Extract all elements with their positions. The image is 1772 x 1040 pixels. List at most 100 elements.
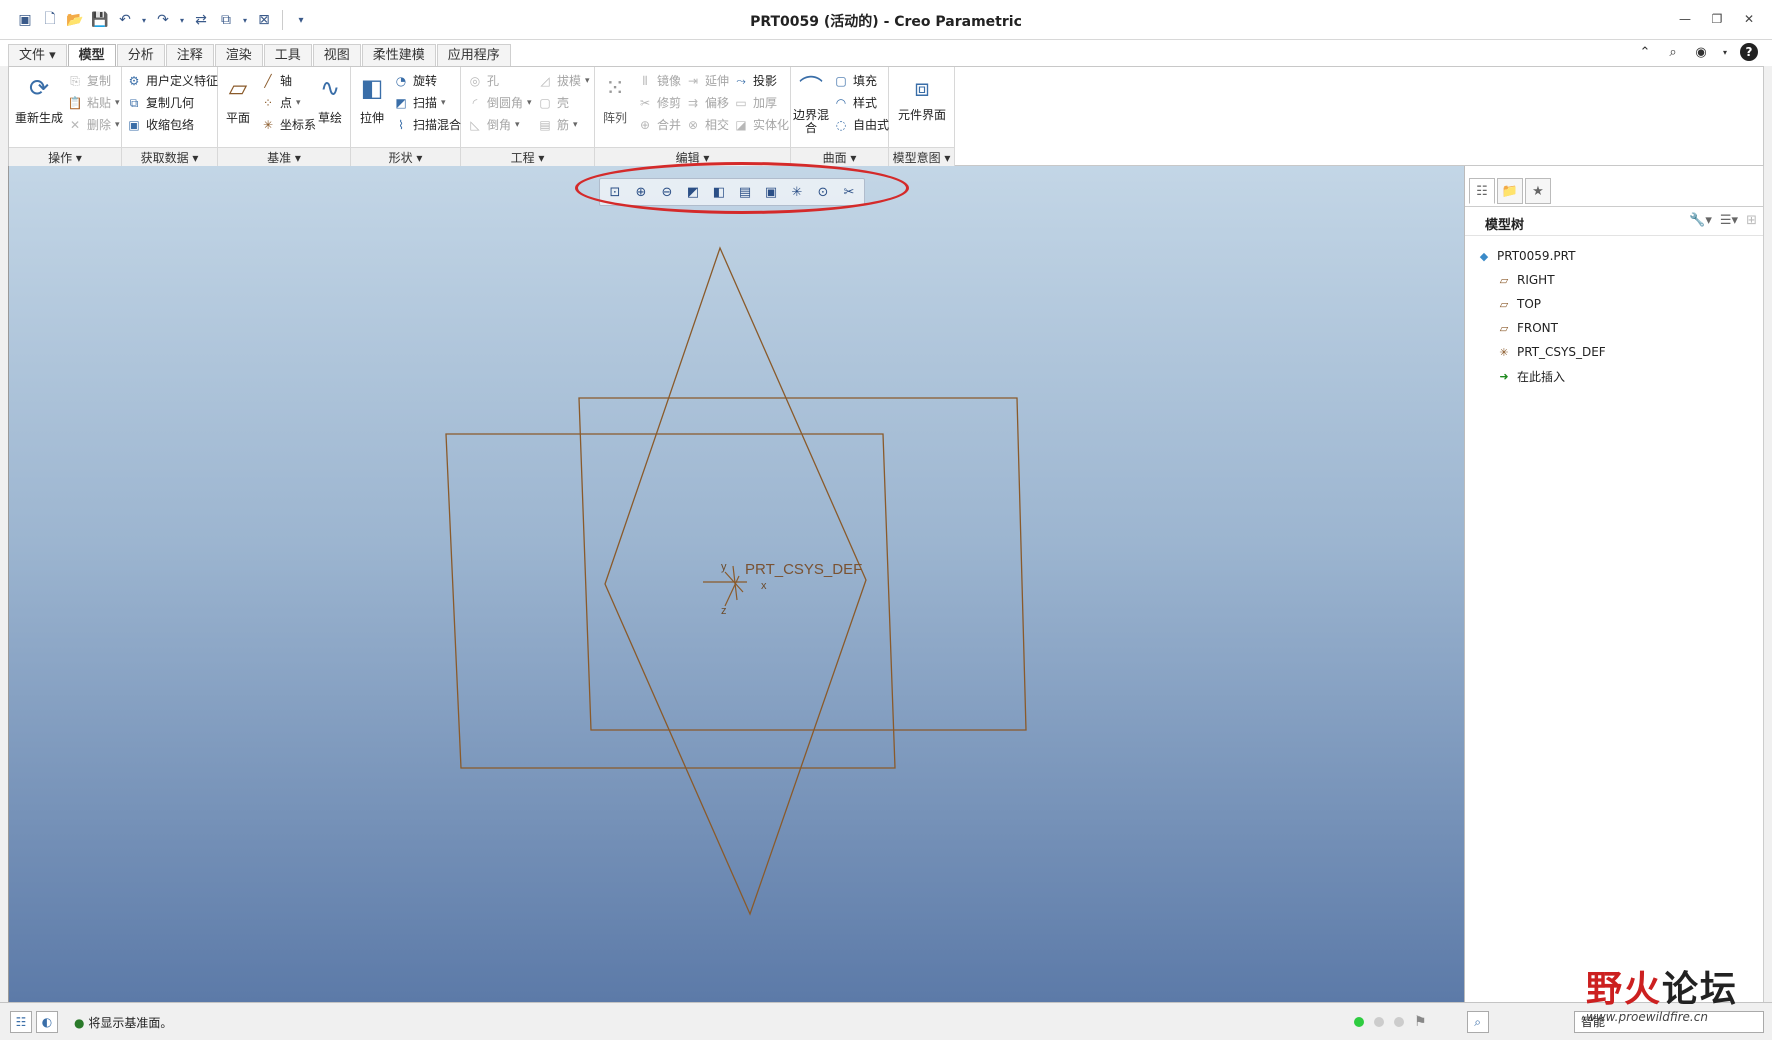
trim-button[interactable]: ✂ 修剪 (637, 93, 681, 113)
csys-button[interactable]: ✳ 坐标系 (260, 115, 316, 135)
solidify-button[interactable]: ◪ 实体化 (733, 115, 789, 135)
minimize-icon[interactable]: — (1676, 10, 1694, 28)
tab-view[interactable]: 视图 (312, 44, 361, 66)
revolve-button[interactable]: ◔ 旋转 (393, 71, 437, 91)
group-footer-engineering[interactable]: 工程 ▾ (461, 147, 594, 167)
intersect-button[interactable]: ⊗ 相交 (685, 115, 729, 135)
point-button[interactable]: ⁘ 点 ▾ (260, 93, 301, 113)
freestyle-button[interactable]: ◌ 自由式 (833, 115, 889, 135)
datum-plane-right[interactable] (604, 246, 867, 916)
pattern-button[interactable]: ⁙ 阵列 (595, 71, 635, 126)
group-datum: ▱ 平面 ╱ 轴 ⁘ 点 ▾ ✳ 坐标系 ∿ 草绘 基准 ▾ (218, 67, 351, 167)
model-tree-header: 模型树 🔧▾ ☰▾ ⊞ (1465, 206, 1763, 236)
shrinkwrap-button[interactable]: ▣ 收缩包络 (126, 115, 194, 135)
swept-blend-button[interactable]: ⌇ 扫描混合 (393, 115, 461, 135)
regenerate-icon: ⟳ (28, 74, 50, 102)
style-button[interactable]: ◠ 样式 (833, 93, 877, 113)
title-bar: ▣ 🗋 📂 💾 ↶ ▾ ↷ ▾ ⇄ ⧉ ▾ ⊠ ▾ PRT0059 (活动的) … (0, 0, 1772, 40)
status-message: ● 将显示基准面。 (74, 1016, 173, 1030)
toggle-navigator-icon[interactable]: ☷ (10, 1011, 32, 1033)
search-icon[interactable]: ⌕ (1664, 43, 1682, 61)
fill-button[interactable]: ▢ 填充 (833, 71, 877, 91)
offset-button[interactable]: ⇉ 偏移 (685, 93, 729, 113)
chamfer-button[interactable]: ◺ 倒角 ▾ (467, 115, 519, 135)
folder-browser-tab-icon[interactable]: 📁 (1497, 178, 1523, 204)
tree-item-csys[interactable]: ✳ PRT_CSYS_DEF (1477, 340, 1605, 364)
tree-item-front[interactable]: ▱ FRONT (1477, 316, 1606, 340)
project-button[interactable]: ⤳ 投影 (733, 71, 777, 91)
rib-button[interactable]: ▤ 筋 ▾ (537, 115, 577, 135)
show-icon[interactable]: ☰▾ (1720, 213, 1738, 228)
community-icon[interactable]: ◉ (1692, 43, 1710, 61)
delete-button[interactable]: ✕ 删除 ▾ (67, 115, 120, 135)
style-icon: ◠ (835, 96, 847, 110)
tree-item-part[interactable]: ◆ PRT0059.PRT (1477, 244, 1606, 268)
regen-status-dot-icon (1394, 1017, 1404, 1027)
regenerate-button[interactable]: ⟳ 重新生成 (11, 71, 67, 126)
tab-analysis[interactable]: 分析 (116, 44, 165, 66)
thicken-button[interactable]: ▭ 加厚 (733, 93, 777, 113)
close-icon[interactable]: ✕ (1740, 10, 1758, 28)
tab-applications[interactable]: 应用程序 (436, 44, 511, 66)
copy-button[interactable]: ⎘ 复制 (67, 71, 111, 91)
toggle-browser-icon[interactable]: ◐ (36, 1011, 58, 1033)
dropdown-arrow-icon: ▾ (296, 98, 301, 108)
sweep-button[interactable]: ◩ 扫描 ▾ (393, 93, 445, 113)
sketch-button[interactable]: ∿ 草绘 (310, 71, 350, 126)
model-tree-tab-icon[interactable]: ☷ (1469, 178, 1495, 204)
tab-file[interactable]: 文件 ▾ (8, 44, 67, 66)
shell-button[interactable]: ▢ 壳 (537, 93, 569, 113)
group-footer-datum[interactable]: 基准 ▾ (218, 147, 350, 167)
datum-plane-front[interactable] (445, 433, 896, 769)
find-icon[interactable]: ⌕ (1466, 1011, 1489, 1033)
extend-button[interactable]: ⇥ 延伸 (685, 71, 729, 91)
tab-model[interactable]: 模型 (67, 44, 116, 67)
filter-icon[interactable]: ⊞ (1746, 213, 1757, 228)
component-interface-button[interactable]: ⧈ 元件界面 (891, 71, 953, 122)
extrude-button[interactable]: ◧ 拉伸 (351, 71, 393, 126)
group-footer-shapes[interactable]: 形状 ▾ (351, 147, 460, 167)
settings-icon[interactable]: 🔧▾ (1689, 213, 1712, 228)
datum-point-icon: ⁘ (262, 96, 274, 110)
boundary-blend-button[interactable]: ⌒ 边界混合 (791, 71, 831, 135)
mirror-button[interactable]: ⫴ 镜像 (637, 71, 681, 91)
graphics-viewport[interactable]: ⊡ ⊕ ⊖ ◩ ◧ ▤ ▣ ✳ ⊙ ✂ y x z PRT_CSYS_DEF (8, 162, 1464, 1002)
copy-geometry-button[interactable]: ⧉ 复制几何 (126, 93, 194, 113)
axis-button[interactable]: ╱ 轴 (260, 71, 292, 91)
group-footer-get-data[interactable]: 获取数据 ▾ (122, 147, 217, 167)
merge-button[interactable]: ⊕ 合并 (637, 115, 681, 135)
flag-icon[interactable]: ⚑ (1414, 1014, 1427, 1030)
group-footer-operations[interactable]: 操作 ▾ (9, 147, 121, 167)
datum-plane-icon: ▱ (228, 74, 248, 102)
help-icon[interactable]: ? (1740, 43, 1758, 61)
plane-button[interactable]: ▱ 平面 (218, 71, 258, 126)
draft-icon: ◿ (540, 74, 550, 88)
favorites-tab-icon[interactable]: ★ (1525, 178, 1551, 204)
tab-render[interactable]: 渲染 (214, 44, 263, 66)
udf-button[interactable]: ⚙ 用户定义特征 (126, 71, 218, 91)
csys-axis-x-label: x (761, 580, 767, 592)
offset-icon: ⇉ (687, 96, 699, 110)
hole-button[interactable]: ◎ 孔 (467, 71, 499, 91)
collapse-ribbon-icon[interactable]: ⌃ (1636, 43, 1654, 61)
tree-item-insert-here[interactable]: ➜ 在此插入 (1477, 364, 1606, 388)
solidify-icon: ◪ (735, 118, 747, 132)
community-dropdown-icon[interactable]: ▾ (1720, 43, 1730, 61)
paste-icon: 📋 (67, 96, 83, 110)
tab-flexible-modeling[interactable]: 柔性建模 (361, 44, 436, 66)
datum-plane-icon: ▱ (1499, 321, 1509, 335)
part-icon: ◆ (1479, 249, 1489, 263)
draft-button[interactable]: ◿ 拔模 ▾ (537, 71, 589, 91)
restore-icon[interactable]: ❐ (1708, 10, 1726, 28)
round-button[interactable]: ◜ 倒圆角 ▾ (467, 93, 532, 113)
window-title: PRT0059 (活动的) - Creo Parametric (750, 14, 1022, 30)
tree-item-right[interactable]: ▱ RIGHT (1477, 268, 1606, 292)
csys-axis-y-label: y (721, 561, 727, 573)
group-footer-model-intent[interactable]: 模型意图 ▾ (889, 147, 954, 167)
tab-tools[interactable]: 工具 (263, 44, 312, 66)
csys-axis-z-label: z (721, 605, 727, 617)
tree-item-top[interactable]: ▱ TOP (1477, 292, 1606, 316)
mirror-icon: ⫴ (642, 74, 648, 88)
paste-button[interactable]: 📋 粘贴 ▾ (67, 93, 120, 113)
tab-annotate[interactable]: 注释 (165, 44, 214, 66)
